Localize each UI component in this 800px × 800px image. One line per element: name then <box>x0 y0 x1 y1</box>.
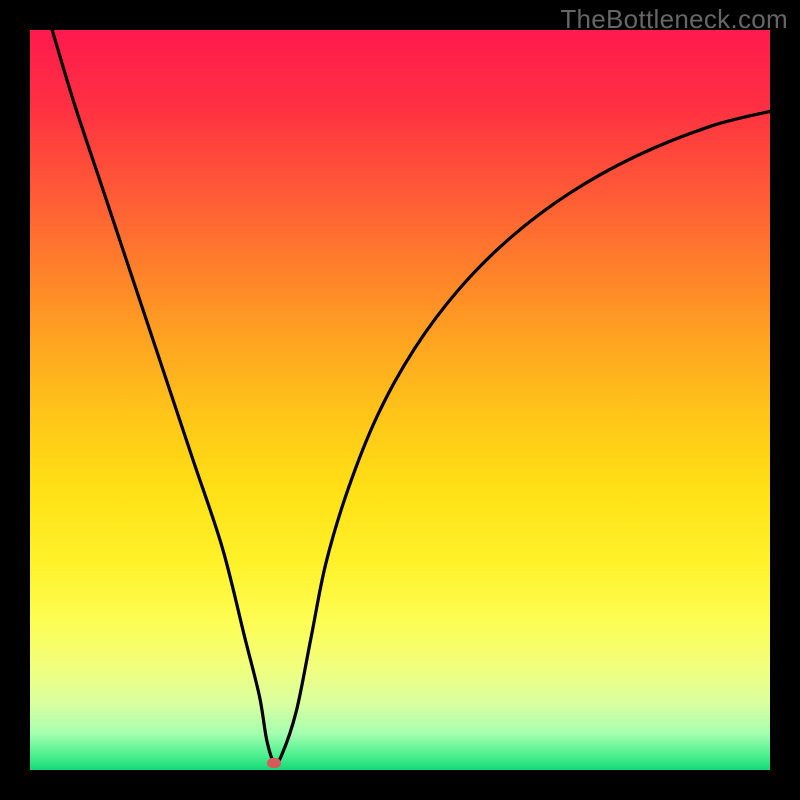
bottleneck-curve <box>30 30 770 770</box>
plot-area <box>30 30 770 770</box>
chart-frame: TheBottleneck.com <box>0 0 800 800</box>
watermark-text: TheBottleneck.com <box>560 4 788 35</box>
minimum-marker <box>267 758 281 768</box>
